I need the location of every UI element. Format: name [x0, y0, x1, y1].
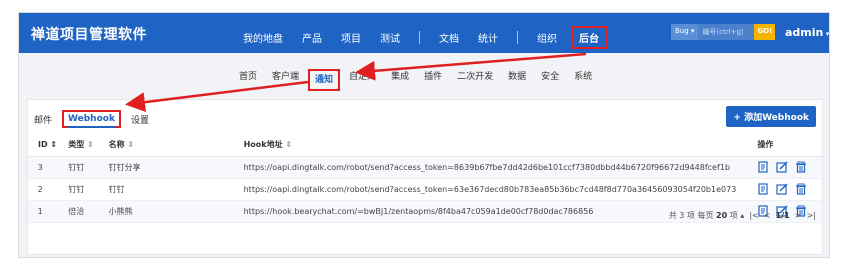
col-id[interactable]: ID ⇕	[28, 134, 69, 157]
top-bar: 禅道项目管理软件 我的地盘 产品 项目 测试 文档 统计 组织 后台 Bug ▾…	[19, 13, 829, 53]
log-icon[interactable]	[757, 161, 769, 173]
sort-icon: ⇕	[87, 140, 94, 150]
prev-page-icon[interactable]: <	[764, 211, 771, 220]
cell-hook: https://oapi.dingtalk.com/robot/send?acc…	[243, 178, 752, 201]
pager-per-page-label: 每页	[697, 211, 714, 220]
subnav-dev[interactable]: 二次开发	[457, 69, 493, 91]
col-id-label: ID	[38, 140, 48, 150]
nav-company[interactable]: 组织	[537, 30, 557, 45]
subnav-integration[interactable]: 集成	[391, 69, 409, 91]
subnav-home[interactable]: 首页	[239, 69, 257, 91]
tab-settings[interactable]: 设置	[131, 113, 149, 126]
cell-actions	[751, 156, 822, 179]
tab-webhook[interactable]: Webhook	[62, 110, 121, 128]
cell-type: 倍洽	[68, 200, 109, 223]
col-name-label: 名称	[108, 140, 125, 150]
cell-type: 钉钉	[68, 156, 109, 179]
subnav-data[interactable]: 数据	[508, 69, 526, 91]
cell-id: 1	[28, 200, 69, 223]
nav-divider	[517, 31, 518, 44]
nav-admin[interactable]: 后台	[571, 26, 607, 49]
first-page-icon[interactable]: |<	[749, 211, 758, 220]
user-name: admin	[785, 26, 824, 39]
edit-icon[interactable]	[776, 161, 788, 173]
subnav-custom[interactable]: 自定义	[349, 69, 376, 91]
admin-subnav: 首页 客户端 通知 自定义 集成 插件 二次开发 数据 安全 系统	[19, 69, 829, 91]
user-menu[interactable]: admin ▾	[785, 26, 829, 39]
app-title: 禅道项目管理软件	[31, 27, 147, 43]
subnav-extension[interactable]: 插件	[424, 69, 442, 91]
quick-search: Bug ▾ 编号(ctrl+g) GO!	[671, 24, 776, 40]
main-nav: 我的地盘 产品 项目 测试 文档 统计 组织 后台	[243, 26, 626, 49]
edit-icon[interactable]	[776, 183, 788, 195]
sort-icon: ⇕	[127, 140, 135, 150]
cell-hook: https://oapi.dingtalk.com/robot/send?acc…	[243, 156, 752, 179]
search-go-button[interactable]: GO!	[754, 24, 776, 40]
col-type-label: 类型	[68, 140, 85, 150]
pager-page: 1/1	[775, 211, 790, 220]
app-window: 禅道项目管理软件 我的地盘 产品 项目 测试 文档 统计 组织 后台 Bug ▾…	[18, 12, 830, 258]
pager-per-page[interactable]: 20	[716, 211, 727, 220]
cell-name: 钉钉分享	[108, 156, 244, 179]
table-row: 3 钉钉 钉钉分享 https://oapi.dingtalk.com/robo…	[28, 156, 822, 179]
cell-id: 3	[28, 156, 69, 179]
col-hook-label: Hook地址	[243, 140, 283, 150]
nav-test[interactable]: 测试	[380, 30, 400, 45]
table-row: 2 钉钉 钉钉 https://oapi.dingtalk.com/robot/…	[28, 178, 822, 201]
hook-url: https://oapi.dingtalk.com/robot/send?acc…	[243, 162, 730, 172]
cell-name: 小熊熊	[108, 200, 244, 223]
subnav-security[interactable]: 安全	[541, 69, 559, 91]
sort-icon: ⇕	[50, 140, 58, 150]
table-header-row: ID ⇕ 类型 ⇕ 名称 ⇕ Hook地址 ⇕ 操作	[28, 134, 822, 157]
next-page-icon[interactable]: >	[795, 211, 802, 220]
nav-report[interactable]: 统计	[478, 30, 498, 45]
nav-divider	[419, 31, 420, 44]
last-page-icon[interactable]: >|	[807, 211, 816, 220]
subnav-client[interactable]: 客户端	[272, 69, 299, 91]
chevron-down-icon: ▾	[823, 30, 830, 38]
delete-icon[interactable]	[795, 183, 807, 195]
nav-product[interactable]: 产品	[302, 30, 322, 45]
col-hook[interactable]: Hook地址 ⇕	[243, 134, 752, 157]
log-icon[interactable]	[757, 183, 769, 195]
delete-icon[interactable]	[795, 161, 807, 173]
nav-project[interactable]: 项目	[341, 30, 361, 45]
chevron-down-icon[interactable]: ▴	[740, 211, 744, 220]
cell-type: 钉钉	[68, 178, 109, 201]
pager-total: 共 3 项	[668, 211, 695, 220]
search-type-label: Bug	[675, 27, 689, 35]
search-type-select[interactable]: Bug ▾	[671, 24, 699, 40]
hook-url: https://oapi.dingtalk.com/robot/send?acc…	[243, 184, 737, 194]
sort-icon: ⇕	[285, 140, 293, 150]
cell-name: 钉钉	[108, 178, 244, 201]
nav-my[interactable]: 我的地盘	[243, 30, 283, 45]
add-webhook-button[interactable]: + 添加Webhook	[726, 106, 816, 127]
pager-per-page-unit: 项	[729, 211, 738, 220]
cell-actions	[751, 178, 822, 201]
notify-tabs: 邮件 Webhook 设置	[34, 110, 163, 128]
tab-webhook-label: Webhook	[68, 114, 115, 128]
nav-doc[interactable]: 文档	[439, 30, 459, 45]
col-name[interactable]: 名称 ⇕	[108, 134, 244, 157]
subnav-notify[interactable]: 通知	[308, 69, 341, 91]
subnav-system[interactable]: 系统	[574, 69, 592, 91]
col-type[interactable]: 类型 ⇕	[68, 134, 109, 157]
cell-id: 2	[28, 178, 69, 201]
search-input[interactable]: 编号(ctrl+g)	[698, 24, 755, 40]
webhook-panel: 邮件 Webhook 设置 + 添加Webhook ID ⇕ 类型 ⇕ 名称 ⇕…	[27, 99, 823, 255]
tab-mail[interactable]: 邮件	[34, 113, 52, 126]
pager: 共 3 项 每页 20 项 ▴ |< < 1/1 > >|	[669, 210, 816, 221]
col-actions: 操作	[751, 134, 822, 157]
